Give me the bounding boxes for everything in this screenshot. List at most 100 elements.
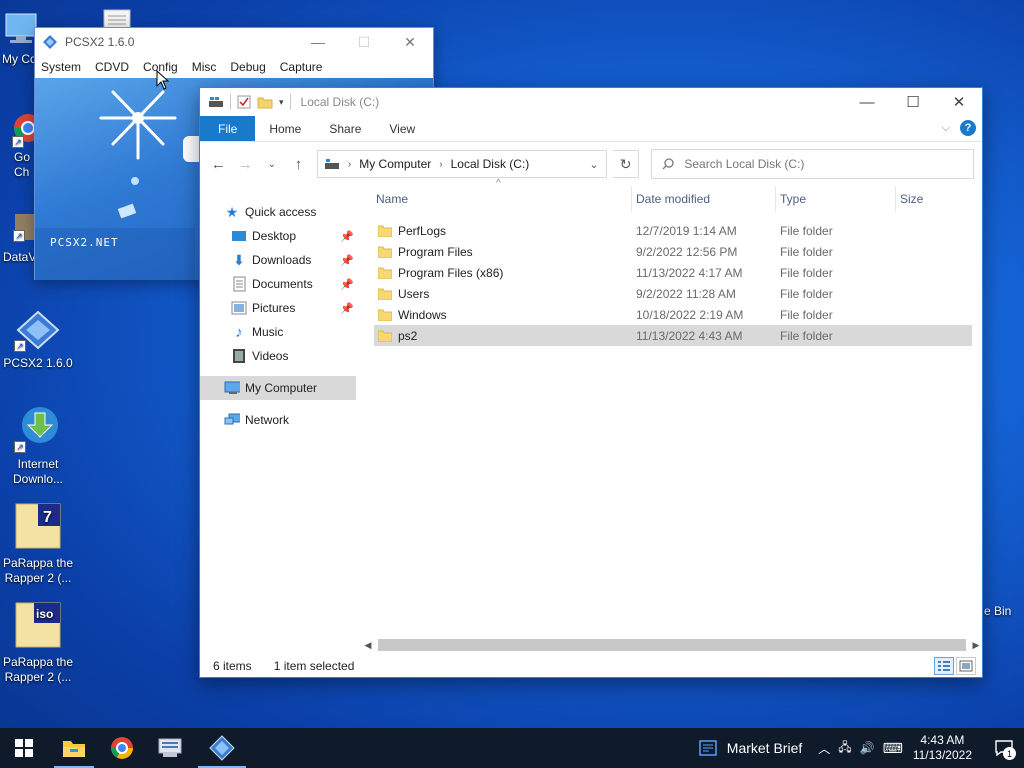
nav-desktop[interactable]: Desktop 📌 [200,224,356,248]
column-size[interactable]: Size [896,186,972,212]
svg-text:iso: iso [36,607,53,621]
desktop-icon-label: My Co [2,52,37,66]
file-row-selected[interactable]: ps2 11/13/2022 4:43 AM File folder [374,325,972,346]
recycle-bin-label[interactable]: e Bin [984,604,1011,618]
address-dropdown-icon[interactable]: ⌄ [582,158,606,171]
volume-icon[interactable]: 🔊 [860,741,875,755]
nav-my-computer[interactable]: My Computer [200,376,356,400]
desktop-icon-internet-download-manager[interactable]: ↗ Internet Downlo... [0,403,76,487]
back-button[interactable]: ← [208,153,229,175]
start-button[interactable] [0,728,48,768]
menu-system[interactable]: System [41,60,81,74]
desktop-icon-parappa-iso[interactable]: iso PaRappa the Rapper 2 (... [0,601,76,685]
pin-icon[interactable]: 📌 [340,254,354,267]
nav-quick-access[interactable]: ★ Quick access [200,200,356,224]
properties-icon[interactable] [237,95,251,109]
nav-videos[interactable]: Videos [200,344,356,368]
explorer-maximize-button[interactable]: ☐ [890,88,936,116]
customize-toolbar-icon[interactable]: ▾ [279,97,284,108]
file-row[interactable]: Users 9/2/2022 11:28 AM File folder [374,283,972,304]
file-date: 11/13/2022 4:43 AM [636,328,743,343]
ribbon-tabs: File Home Share View ⌵ ? [200,116,982,142]
nav-network[interactable]: Network [200,408,356,432]
explorer-titlebar[interactable]: ▾ Local Disk (C:) — ☐ ✕ [200,88,982,116]
network-icon [224,412,240,428]
file-explorer-window[interactable]: ▾ Local Disk (C:) — ☐ ✕ File Home Share … [199,87,983,678]
breadcrumb-my-computer[interactable]: My Computer [359,157,431,171]
taskbar-chrome[interactable] [98,728,146,768]
nav-documents[interactable]: Documents 📌 [200,272,356,296]
explorer-minimize-button[interactable]: — [844,88,890,116]
network-tray-icon[interactable]: 🖧 [838,738,851,759]
details-view-button[interactable] [934,657,954,675]
keyboard-icon[interactable]: ⌨ [883,740,903,757]
file-row[interactable]: Program Files 9/2/2022 12:56 PM File fol… [374,241,972,262]
scroll-left-icon[interactable]: ◀ [362,640,374,651]
horizontal-scrollbar[interactable]: ◀ ▶ [362,637,982,653]
file-name: PerfLogs [398,223,447,238]
nav-downloads[interactable]: ⬇ Downloads 📌 [200,248,356,272]
show-hidden-icons-icon[interactable]: ︿ [818,740,830,757]
large-icons-view-button[interactable] [956,657,976,675]
quick-access-toolbar: ▾ [208,94,291,110]
videos-icon [231,348,247,364]
breadcrumb-chevron-icon[interactable]: › [439,159,442,170]
file-type: File folder [780,223,833,238]
file-type: File folder [780,328,833,343]
pcsx2-minimize-button[interactable]: — [295,28,341,56]
action-center-button[interactable]: 1 [984,728,1024,768]
news-widget[interactable]: Market Brief [699,739,802,757]
recent-locations-button[interactable]: ⌄ [261,153,282,175]
menu-cdvd[interactable]: CDVD [95,60,129,74]
pin-icon[interactable]: 📌 [340,278,354,291]
address-bar[interactable]: › My Computer › Local Disk (C:) ⌄ [316,150,607,178]
taskbar-pcsx2[interactable] [194,728,250,768]
nav-label: Documents [252,277,313,291]
scroll-right-icon[interactable]: ▶ [970,640,982,651]
menu-debug[interactable]: Debug [230,60,265,74]
up-button[interactable]: ↑ [288,153,309,175]
desktop-icon-label: Go Ch [14,150,31,179]
tab-home[interactable]: Home [255,116,315,141]
file-row[interactable]: Windows 10/18/2022 2:19 AM File folder [374,304,972,325]
explorer-close-button[interactable]: ✕ [936,88,982,116]
help-icon[interactable]: ? [960,120,976,136]
tab-share[interactable]: Share [315,116,375,141]
taskbar-dataview[interactable] [146,728,194,768]
nav-pictures[interactable]: Pictures 📌 [200,296,356,320]
tab-view[interactable]: View [375,116,429,141]
breadcrumb-chevron-icon[interactable]: › [348,159,351,170]
taskbar-file-explorer[interactable] [50,728,98,768]
clock-date: 11/13/2022 [912,748,972,762]
menu-misc[interactable]: Misc [192,60,217,74]
breadcrumb-local-disk[interactable]: Local Disk (C:) [451,157,530,171]
pcsx2-titlebar[interactable]: PCSX2 1.6.0 — ☐ ✕ [35,28,433,56]
scrollbar-thumb[interactable] [378,639,966,651]
desktop-icon-parappa-7z[interactable]: 7 PaRappa the Rapper 2 (... [0,502,76,586]
pin-icon[interactable]: 📌 [340,230,354,243]
file-row[interactable]: Program Files (x86) 11/13/2022 4:17 AM F… [374,262,972,283]
folder-icon [378,225,392,237]
file-type: File folder [780,307,833,322]
forward-button[interactable]: → [235,153,256,175]
expand-ribbon-icon[interactable]: ⌵ [942,122,950,135]
folder-icon [378,267,392,279]
desktop-icon [231,228,247,244]
column-date-modified[interactable]: Date modified [632,186,776,212]
menu-capture[interactable]: Capture [280,60,323,74]
pcsx2-close-button[interactable]: ✕ [387,28,433,56]
desktop-icon-pcsx2[interactable]: ↗ PCSX2 1.6.0 [0,308,76,371]
column-name[interactable]: Name [372,186,632,212]
pin-icon[interactable]: 📌 [340,302,354,315]
new-folder-icon[interactable] [257,95,273,109]
nav-music[interactable]: ♪ Music [200,320,356,344]
pcsx2-maximize-button[interactable]: ☐ [341,28,387,56]
details-view-icon [938,661,950,671]
search-input[interactable]: Search Local Disk (C:) [651,149,975,179]
column-type[interactable]: Type [776,186,896,212]
file-row[interactable]: PerfLogs 12/7/2019 1:14 AM File folder [374,220,972,241]
clock[interactable]: 4:43 AM 11/13/2022 [913,733,972,763]
refresh-button[interactable]: ↻ [612,150,640,178]
tab-file[interactable]: File [200,116,256,141]
chrome-icon [111,737,133,759]
